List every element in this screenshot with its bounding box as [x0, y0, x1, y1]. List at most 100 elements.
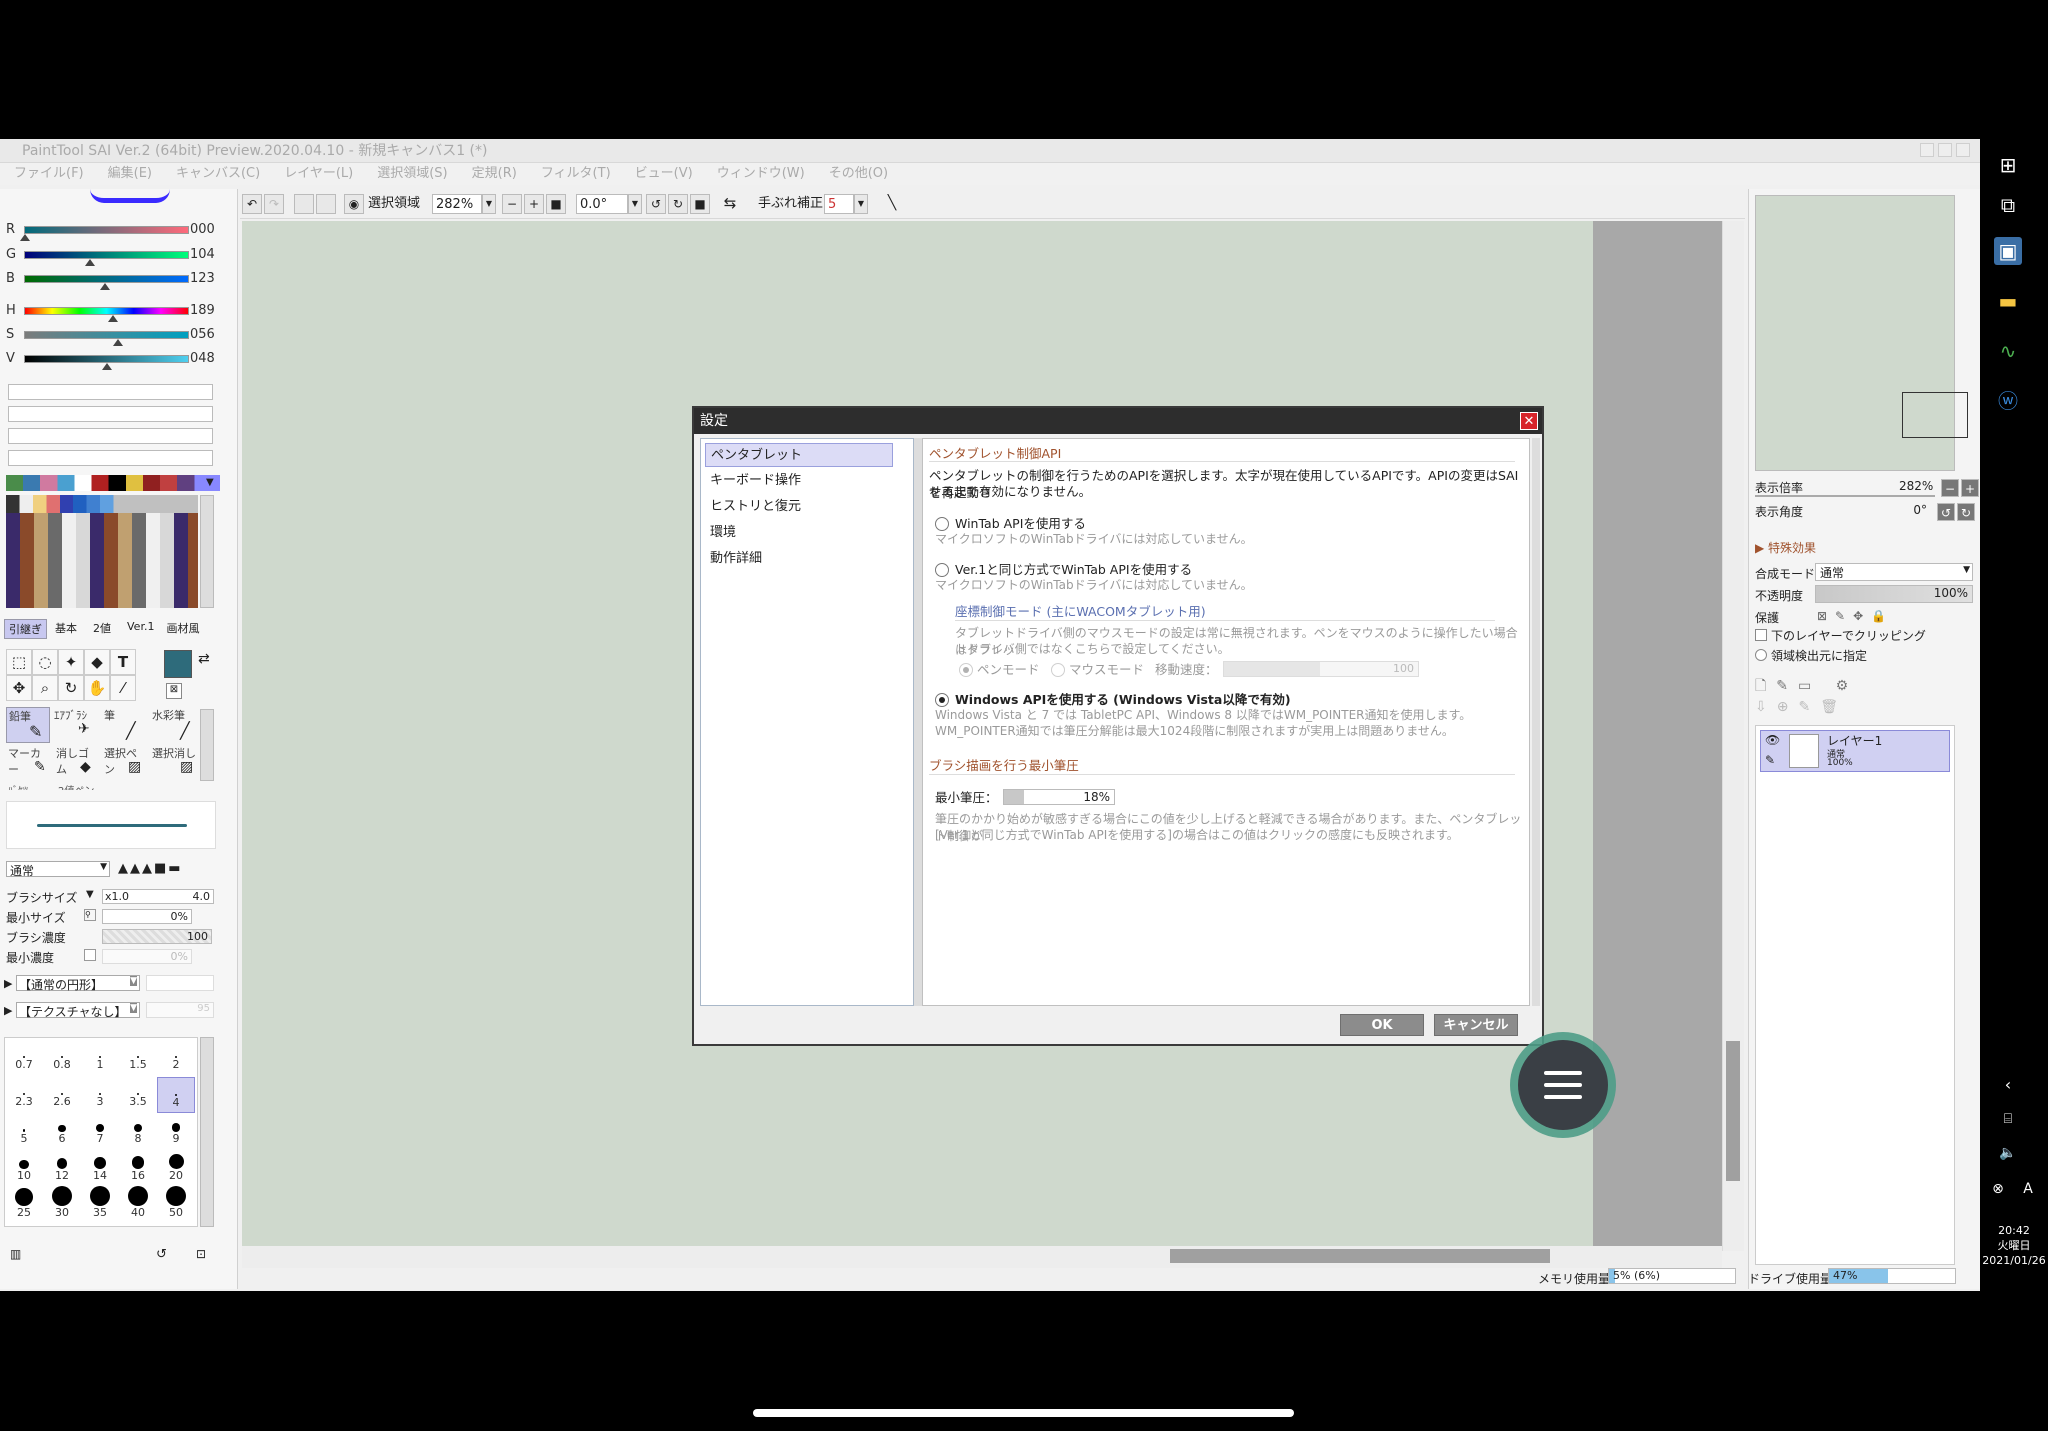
content-scrollbar[interactable] — [1532, 438, 1540, 1006]
menu-window[interactable]: ウィンドウ(W) — [717, 163, 805, 185]
task-view-icon[interactable]: ⧉ — [1994, 191, 2022, 219]
canvas-horizontal-scrollbar[interactable] — [242, 1246, 1722, 1268]
eye-icon[interactable]: ◉ — [344, 194, 364, 214]
value-slider[interactable]: V 048 — [6, 349, 216, 371]
horizontal-scroll-thumb[interactable] — [1170, 1249, 1550, 1263]
stabilizer-dropdown-icon[interactable]: ▼ — [854, 194, 868, 214]
zoom-reset-icon[interactable]: ■ — [546, 194, 566, 214]
brush-airbrush[interactable]: ｴｱﾌﾞﾗｼ ✈ — [52, 707, 96, 743]
layer-row[interactable]: 👁 ✎ レイヤー1 通常 100% — [1760, 730, 1950, 772]
menu-canvas[interactable]: キャンバス(C) — [176, 163, 260, 185]
menu-view[interactable]: ビュー(V) — [635, 163, 693, 185]
tab-binary[interactable]: 2値 — [85, 619, 119, 639]
app-window-icon[interactable]: ▣ — [1994, 237, 2022, 265]
invert-select-icon[interactable] — [316, 194, 336, 214]
brush-size-cell[interactable]: 14 — [81, 1151, 119, 1187]
brush-size-cell[interactable]: 8 — [119, 1114, 157, 1150]
brush-shape-value[interactable] — [146, 975, 214, 991]
zoom-icon[interactable]: ⌕ — [32, 675, 58, 701]
volume-icon[interactable]: 🔈 — [1994, 1139, 2022, 1167]
dialog-close-icon[interactable]: ✕ — [1520, 412, 1538, 430]
brush-size-cell[interactable]: 3 — [81, 1077, 119, 1113]
red-slider[interactable]: R 000 — [6, 220, 216, 242]
brush-watercolor[interactable]: 水彩筆 ╱ — [150, 707, 200, 743]
vertical-scroll-thumb[interactable] — [1726, 1041, 1740, 1181]
chevron-left-icon[interactable]: ‹ — [1994, 1071, 2022, 1099]
brush-size-scrollbar[interactable] — [200, 1037, 214, 1227]
close-circle-icon[interactable]: ⊗ — [1984, 1175, 2012, 1203]
brush-brush[interactable]: 筆 ╱ — [100, 707, 144, 743]
text-tool-icon[interactable]: T — [110, 649, 136, 675]
brush-edge-shapes[interactable]: ▲▲▲■▬ — [118, 861, 183, 876]
main-color-swatch[interactable] — [164, 650, 192, 678]
brush-size-cell[interactable]: 10 — [5, 1151, 43, 1187]
nav-behavior[interactable]: 動作詳細 — [705, 547, 893, 571]
browser-icon[interactable]: ⓦ — [1994, 387, 2022, 415]
magic-wand-icon[interactable]: ✦ — [58, 649, 84, 675]
brush-select-pen[interactable]: 選択ペン ▨ — [100, 745, 144, 781]
layer-action-icons-row2[interactable]: ⇩⊕✎🗑 — [1755, 699, 1848, 715]
scratch-slot-4[interactable] — [8, 450, 213, 466]
brush-shape-select[interactable]: 【通常の円形】 ▼ — [16, 975, 140, 992]
texture-expand-icon[interactable]: ▶ — [4, 1004, 12, 1017]
navigator-preview[interactable] — [1755, 195, 1968, 471]
palette-scrollbar[interactable] — [200, 495, 214, 608]
rotate-right-icon[interactable]: ↻ — [668, 194, 688, 214]
color-wheel[interactable] — [90, 189, 170, 203]
network-icon[interactable]: ⌸ — [1994, 1105, 2022, 1133]
swap-colors-icon[interactable]: ⇄ — [198, 651, 210, 667]
pressure-density-checkbox[interactable] — [84, 949, 96, 961]
angle-dropdown-icon[interactable]: ▼ — [628, 194, 642, 214]
cancel-button[interactable]: キャンセル — [1434, 1014, 1518, 1036]
brush-size-cell[interactable]: 0.8 — [43, 1040, 81, 1076]
brush-pencil[interactable]: 鉛筆 ✎ — [6, 707, 50, 743]
ok-button[interactable]: OK — [1340, 1014, 1424, 1036]
rotate-left-icon[interactable]: ↺ — [646, 194, 666, 214]
zoom-dropdown-icon[interactable]: ▼ — [482, 194, 496, 214]
green-slider[interactable]: G 104 — [6, 245, 216, 267]
lasso-icon[interactable]: ◌ — [32, 649, 58, 675]
source-checkbox[interactable] — [1755, 649, 1767, 661]
min-size-field[interactable]: 0% — [102, 909, 192, 924]
brush-size-cell[interactable]: 1.5 — [119, 1040, 157, 1076]
layer-action-icons-row1[interactable]: 🗋✎▭ ⚙ — [1755, 675, 1858, 699]
effects-section[interactable]: ▶ 特殊効果 — [1755, 539, 1816, 556]
scratch-slot-2[interactable] — [8, 406, 213, 422]
menu-file[interactable]: ファイル(F) — [14, 163, 84, 185]
eyedropper-icon[interactable]: ⁄ — [110, 675, 136, 701]
nav-environment[interactable]: 環境 — [705, 521, 893, 545]
menu-edit[interactable]: 編集(E) — [108, 163, 152, 185]
zoom-out-icon[interactable]: − — [502, 194, 522, 214]
brush-size-cell[interactable]: 25 — [5, 1188, 43, 1224]
nav-rotate-right-icon[interactable]: ↻ — [1957, 503, 1975, 521]
visibility-eye-icon[interactable]: 👁 — [1765, 733, 1780, 747]
nav-zoom-out-icon[interactable]: − — [1941, 479, 1959, 497]
min-density-field[interactable]: 0% — [102, 949, 192, 964]
tab-ver1[interactable]: Ver.1 — [119, 619, 162, 639]
angle-select[interactable]: 0.0° — [576, 194, 628, 214]
menu-other[interactable]: その他(O) — [829, 163, 888, 185]
brush-size-cell[interactable]: 6 — [43, 1114, 81, 1150]
rotate-reset-icon[interactable]: ■ — [690, 194, 710, 214]
blue-slider[interactable]: B 123 — [6, 269, 216, 291]
shape-icon[interactable]: ◆ — [84, 649, 110, 675]
texture-value[interactable]: 95 — [146, 1002, 214, 1018]
navigator-viewport[interactable] — [1902, 392, 1968, 438]
move-icon[interactable]: ✥ — [6, 675, 32, 701]
palette-dropdown-icon[interactable]: ▼ — [206, 477, 214, 488]
brush-size-cell[interactable]: 2.3 — [5, 1077, 43, 1113]
wintab-v1-radio[interactable] — [935, 563, 949, 577]
brush-size-cell[interactable]: 20 — [157, 1151, 195, 1187]
layer-blend-select[interactable]: 通常 ▼ — [1815, 563, 1973, 581]
nav-keyboard[interactable]: キーボード操作 — [705, 469, 893, 493]
nav-zoom-in-icon[interactable]: + — [1961, 479, 1979, 497]
brush-size-field[interactable]: x1.0 4.0 — [102, 889, 214, 904]
brush-size-cell[interactable]: 2 — [157, 1040, 195, 1076]
wintab-radio[interactable] — [935, 517, 949, 531]
tab-art[interactable]: 画材風 — [162, 619, 203, 639]
brush-size-cell[interactable]: 3.5 — [119, 1077, 157, 1113]
transparent-color-icon[interactable]: ⊠ — [166, 683, 182, 699]
rotate-icon[interactable]: ↻ — [58, 675, 84, 701]
rect-select-icon[interactable]: ⬚ — [6, 649, 32, 675]
brush-size-cell[interactable]: 7 — [81, 1114, 119, 1150]
